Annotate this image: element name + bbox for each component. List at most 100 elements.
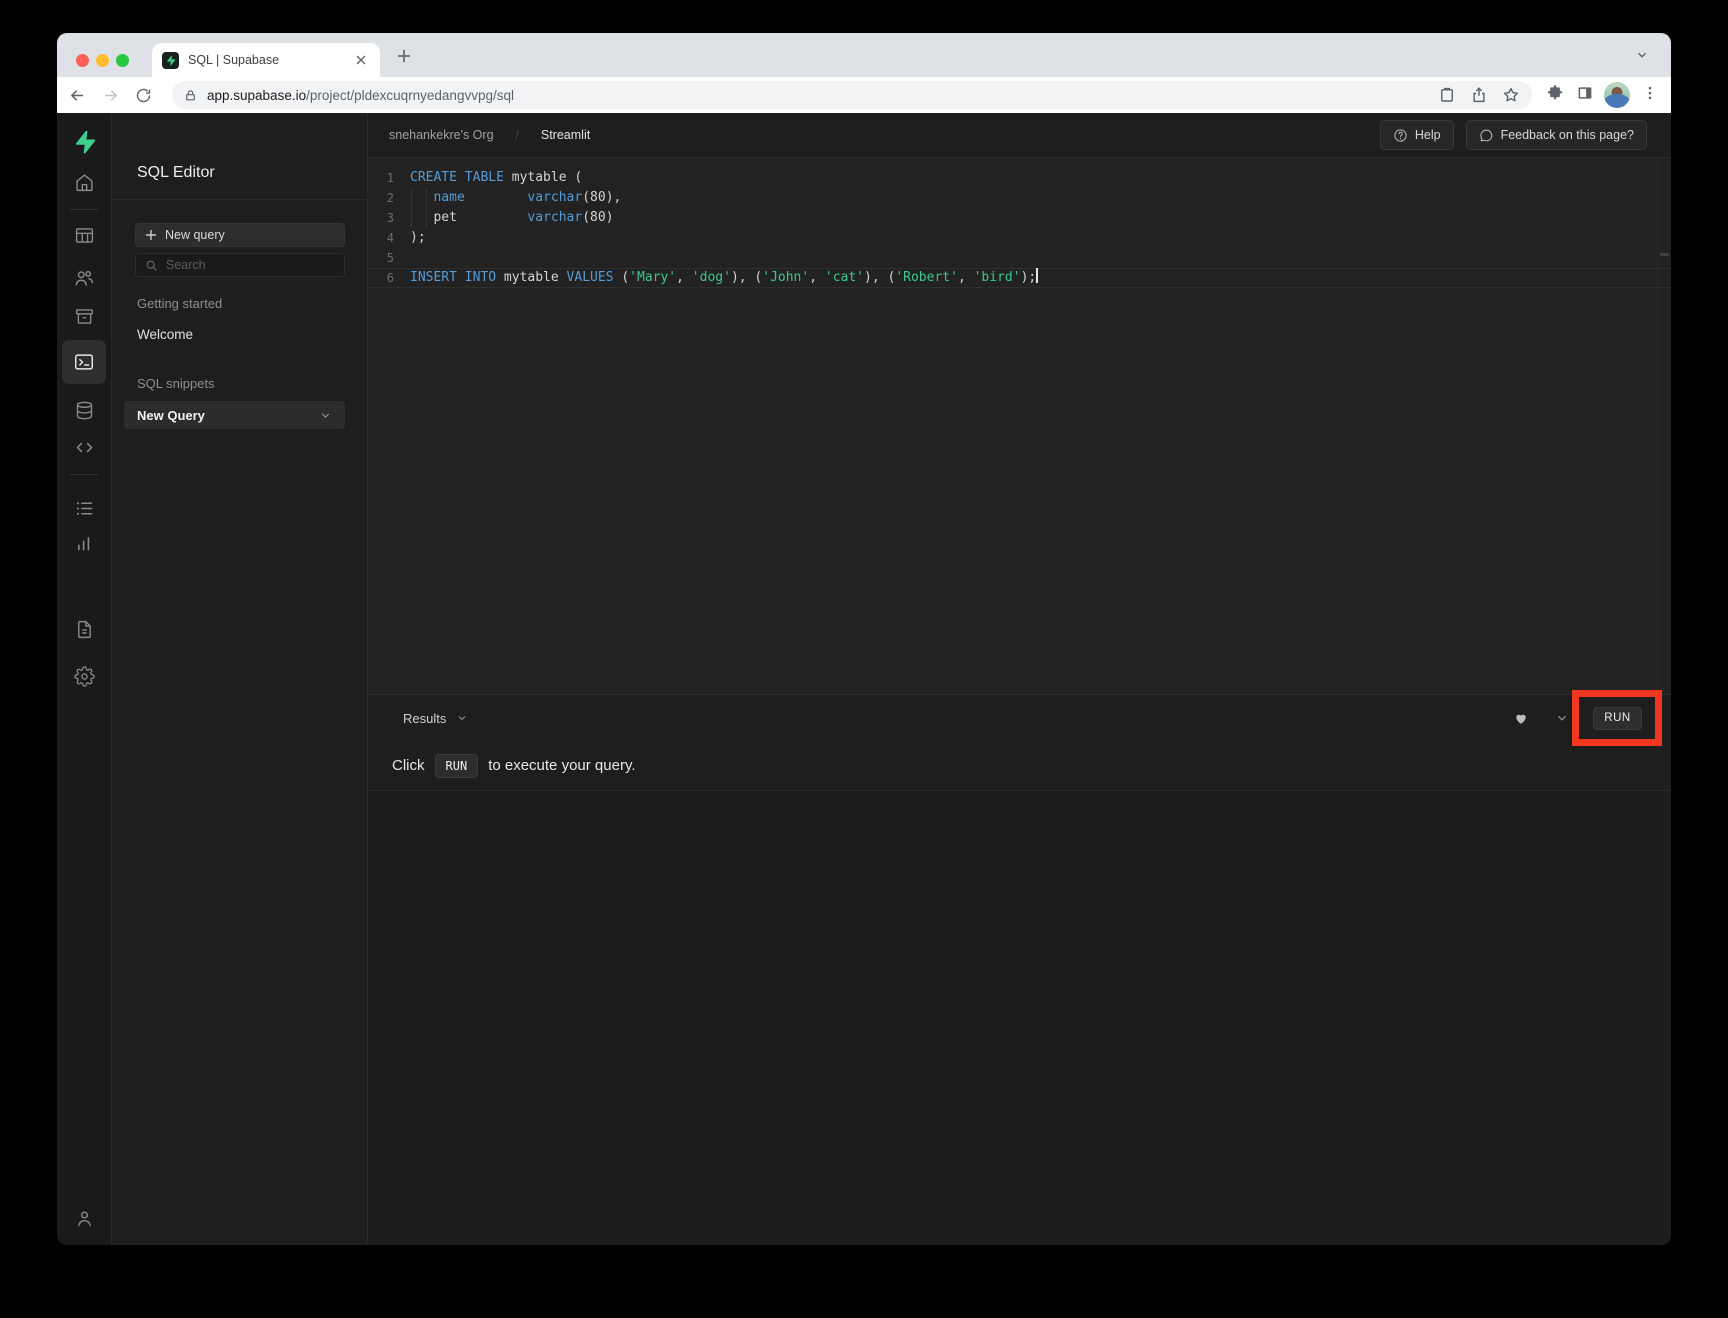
search-icon: [145, 259, 158, 272]
bookmark-star-icon[interactable]: [1502, 86, 1520, 104]
url-domain: app.supabase.io: [207, 88, 306, 103]
breadcrumb-separator: /: [516, 128, 519, 142]
new-tab-button[interactable]: [394, 46, 414, 66]
run-options-chevron-icon[interactable]: [1555, 711, 1569, 725]
section-label-sql-snippets: SQL snippets: [137, 376, 215, 391]
code-line[interactable]: 5: [368, 248, 1671, 268]
reload-icon[interactable]: [129, 81, 157, 109]
line-number: 2: [368, 188, 394, 208]
forward-icon[interactable]: [96, 81, 124, 109]
extensions-puzzle-icon[interactable]: [1546, 84, 1564, 102]
url-text: app.supabase.io/project/pldexcuqrnyedang…: [207, 88, 514, 103]
supabase-app: SQL Editor New query Getting started Wel…: [57, 113, 1671, 1245]
lock-icon: [184, 88, 197, 103]
tab-close-icon[interactable]: [352, 51, 370, 69]
message-suffix: to execute your query.: [488, 757, 635, 774]
feedback-button-label: Feedback on this page?: [1501, 128, 1634, 142]
run-button[interactable]: RUN: [1593, 707, 1642, 730]
reports-chart-icon[interactable]: [74, 533, 95, 554]
help-button[interactable]: Help: [1380, 120, 1454, 150]
results-label: Results: [403, 711, 446, 726]
close-window-button[interactable]: [76, 54, 89, 67]
results-empty-message: Click RUN to execute your query.: [368, 741, 1671, 791]
minimize-window-button[interactable]: [96, 54, 109, 67]
run-keycap: RUN: [435, 754, 479, 778]
sql-editor-panel: SQL Editor New query Getting started Wel…: [112, 113, 368, 1245]
authentication-users-icon[interactable]: [73, 267, 95, 289]
database-icon[interactable]: [74, 400, 95, 421]
home-icon[interactable]: [74, 172, 95, 193]
supabase-favicon: [162, 52, 179, 69]
rail-divider: [70, 209, 98, 210]
settings-gear-icon[interactable]: [74, 666, 95, 687]
zoom-window-button[interactable]: [116, 54, 129, 67]
main-header: snehankekre's Org / Streamlit Help Feedb…: [368, 113, 1671, 158]
results-dropdown[interactable]: Results: [403, 711, 468, 726]
breadcrumb-project[interactable]: Streamlit: [541, 128, 590, 142]
section-label-getting-started: Getting started: [137, 296, 222, 311]
nav-rail: [57, 113, 112, 1245]
new-query-button-label: New query: [165, 228, 225, 242]
api-code-icon[interactable]: [74, 437, 95, 458]
code-line-content: pet varchar(80): [410, 208, 614, 228]
code-line-content: );: [410, 228, 426, 248]
line-number: 6: [368, 268, 394, 288]
message-prefix: Click: [392, 757, 425, 774]
menu-dots-icon[interactable]: [1641, 84, 1659, 102]
browser-toolbar: app.supabase.io/project/pldexcuqrnyedang…: [57, 77, 1671, 113]
sidebar-item-new-query[interactable]: New Query: [124, 401, 345, 429]
help-button-label: Help: [1415, 128, 1441, 142]
address-bar[interactable]: app.supabase.io/project/pldexcuqrnyedang…: [172, 81, 1532, 109]
storage-icon[interactable]: [74, 306, 95, 327]
code-line[interactable]: 3 pet varchar(80): [368, 208, 1671, 228]
code-line[interactable]: 4);: [368, 228, 1671, 248]
docs-file-icon[interactable]: [74, 619, 95, 640]
sidebar-item-welcome[interactable]: Welcome: [137, 327, 193, 342]
search-box[interactable]: [135, 253, 345, 277]
tab-search-chevron-icon[interactable]: [1635, 48, 1649, 62]
feedback-button[interactable]: Feedback on this page?: [1466, 120, 1647, 150]
results-empty-area: [368, 791, 1671, 1245]
main-area: snehankekre's Org / Streamlit Help Feedb…: [368, 113, 1671, 1245]
traffic-lights: [76, 54, 129, 67]
search-input[interactable]: [166, 258, 316, 272]
code-line[interactable]: 2 name varchar(80),: [368, 188, 1671, 208]
code-line-content: name varchar(80),: [410, 188, 621, 208]
sidebar-item-new-query-label: New Query: [137, 408, 205, 423]
line-number: 3: [368, 208, 394, 228]
sql-editor-icon[interactable]: [62, 340, 106, 384]
code-line-content: INSERT INTO mytable VALUES ('Mary', 'dog…: [410, 268, 1038, 288]
overview-ruler-mark: [1660, 253, 1669, 256]
profile-avatar[interactable]: [1604, 82, 1630, 108]
chevron-down-icon[interactable]: [319, 409, 332, 422]
code-editor[interactable]: 1CREATE TABLE mytable (2 name varchar(80…: [368, 158, 1671, 694]
rail-divider: [70, 474, 98, 475]
panel-divider: [112, 199, 367, 200]
code-line[interactable]: 6 INSERT INTO mytable VALUES ('Mary', 'do…: [368, 268, 1671, 288]
account-icon[interactable]: [74, 1208, 95, 1229]
new-query-button[interactable]: New query: [135, 223, 345, 247]
code-lines: 1CREATE TABLE mytable (2 name varchar(80…: [368, 168, 1671, 288]
line-number: 4: [368, 228, 394, 248]
clipboard-icon[interactable]: [1438, 86, 1456, 104]
side-panel-icon[interactable]: [1576, 84, 1594, 102]
back-icon[interactable]: [63, 81, 91, 109]
share-icon[interactable]: [1470, 86, 1488, 104]
logs-list-icon[interactable]: [74, 498, 95, 519]
table-editor-icon[interactable]: [74, 225, 95, 246]
supabase-logo-icon[interactable]: [71, 129, 97, 155]
screenshot-canvas: SQL | Supabase: [0, 0, 1728, 1318]
browser-tab-active[interactable]: SQL | Supabase: [152, 43, 380, 77]
browser-window: SQL | Supabase: [57, 33, 1671, 1245]
omnibox-actions: [1438, 86, 1520, 104]
breadcrumb-org[interactable]: snehankekre's Org: [389, 128, 494, 142]
results-bar: Results RUN: [368, 694, 1671, 741]
url-path: /project/pldexcuqrnyedangvvpg/sql: [306, 88, 514, 103]
code-line-content: CREATE TABLE mytable (: [410, 168, 582, 188]
code-line[interactable]: 1CREATE TABLE mytable (: [368, 168, 1671, 188]
tab-title: SQL | Supabase: [188, 53, 279, 67]
text-cursor: [1036, 268, 1038, 283]
editor-scrollbar[interactable]: [1657, 158, 1671, 694]
favorite-heart-icon[interactable]: [1513, 711, 1529, 726]
panel-title: SQL Editor: [137, 164, 215, 182]
